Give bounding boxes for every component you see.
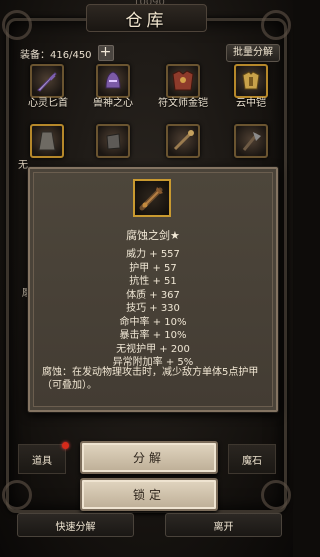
inventory-header: 装备：416/450 + 批量分解 (20, 42, 280, 64)
item-slot-label: 符文师金铠 (158, 98, 208, 109)
beast-helm-icon (98, 66, 128, 96)
item-slot[interactable] (166, 64, 200, 98)
item-description: 腐蚀：在发动物理攻击时，减少敌方单体5点护甲（可叠加）。 (42, 367, 259, 391)
stat-line: 护甲 + 57 (129, 262, 177, 274)
staff-icon (168, 126, 198, 156)
item-icon-frame (133, 179, 171, 217)
lock-label: 锁定 (132, 488, 165, 502)
robe-icon (32, 126, 62, 156)
tab-items-label: 道具 (32, 455, 52, 467)
leave-label: 离开 (213, 521, 234, 533)
footer: 快速分解 离开 (0, 511, 293, 557)
gauntlet-icon (98, 126, 128, 156)
stat-line: 体质 + 367 (126, 289, 180, 301)
notification-dot (62, 442, 69, 449)
quick-decompose-label: 快速分解 (55, 521, 96, 533)
corner-ornament (2, 10, 32, 40)
tooltip-panel: 腐蚀之剑★ 威力 + 557 护甲 + 57 抗性 + 51 体质 + 367 … (33, 172, 273, 407)
item-tooltip: 腐蚀之剑★ 威力 + 557 护甲 + 57 抗性 + 51 体质 + 367 … (28, 167, 278, 412)
sword-icon (139, 187, 163, 211)
item-slot[interactable] (30, 64, 64, 98)
item-stats: 威力 + 557 护甲 + 57 抗性 + 51 体质 + 367 技巧 + 3… (34, 248, 272, 370)
stat-line: 抗性 + 51 (129, 276, 177, 287)
item-slot-label: 云中铠 (236, 98, 266, 109)
decompose-button[interactable]: 分解 (80, 441, 218, 474)
expand-capacity-button[interactable]: + (97, 45, 114, 61)
corner-ornament (261, 480, 291, 510)
stat-line: 无视护甲 + 200 (116, 343, 190, 355)
item-slot-label: 兽神之心 (93, 98, 133, 109)
corner-ornament (261, 10, 291, 40)
stat-line: 暴击率 + 10% (119, 330, 187, 341)
leave-button[interactable]: 离开 (165, 513, 282, 537)
tab-items[interactable]: 道具 (18, 444, 66, 474)
item-slot[interactable] (30, 124, 64, 158)
item-slot-label: 心灵匕首 (28, 98, 68, 109)
partial-slot-label: 无 (18, 160, 28, 171)
item-slot[interactable] (234, 124, 268, 158)
quick-decompose-button[interactable]: 快速分解 (17, 513, 134, 537)
lock-button[interactable]: 锁定 (80, 478, 218, 511)
tab-magic-stone-label: 魔石 (242, 455, 262, 467)
stat-line: 技巧 + 330 (126, 303, 180, 314)
item-slot[interactable] (96, 124, 130, 158)
corner-ornament (2, 480, 32, 510)
item-slot[interactable] (96, 64, 130, 98)
item-slot[interactable] (234, 64, 268, 98)
axe-icon (236, 126, 266, 156)
stat-line: 命中率 + 10% (119, 316, 187, 328)
title-plate: 仓库 (86, 4, 207, 32)
inventory-count: 装备：416/450 (20, 49, 92, 61)
stat-line: 威力 + 557 (126, 249, 180, 260)
item-slot[interactable] (166, 124, 200, 158)
dagger-icon (32, 66, 62, 96)
cloud-armor-icon (236, 66, 266, 96)
decompose-label: 分解 (132, 451, 165, 465)
page-title: 仓库 (125, 10, 168, 31)
bulk-decompose-button[interactable]: 批量分解 (226, 44, 280, 62)
armor-icon (168, 66, 198, 96)
tab-magic-stone[interactable]: 魔石 (228, 444, 276, 474)
item-name: 腐蚀之剑★ (126, 229, 180, 242)
